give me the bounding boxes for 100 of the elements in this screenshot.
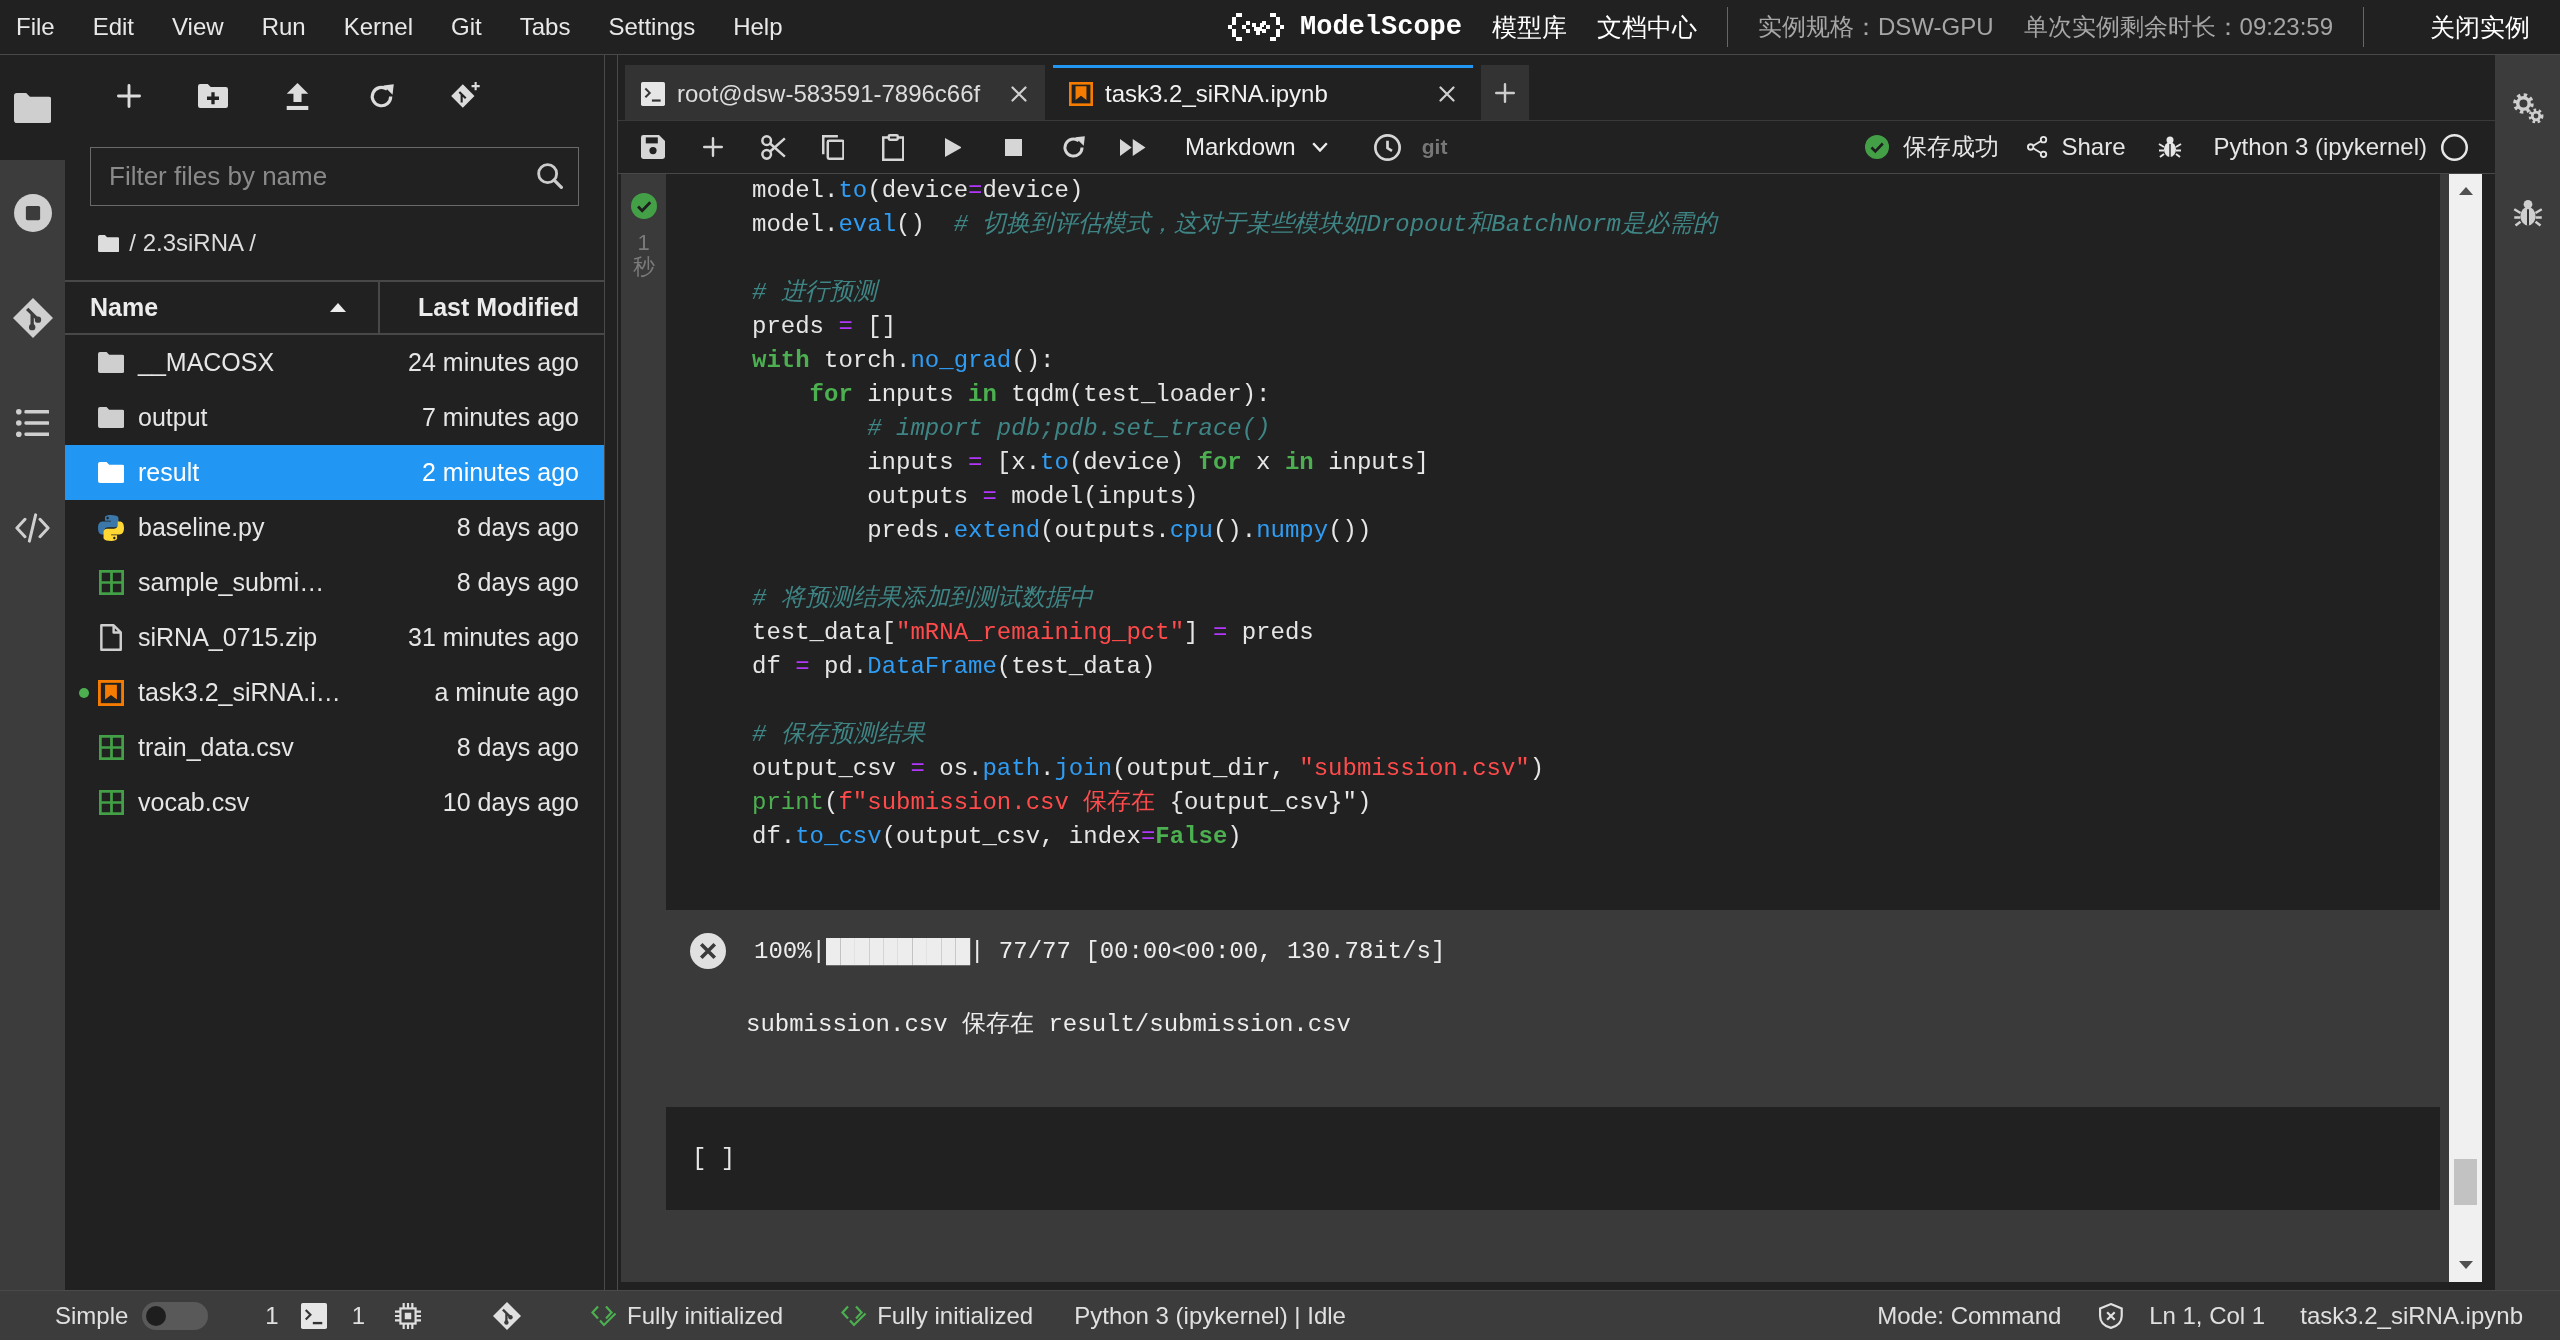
scroll-down-icon[interactable] <box>2458 1261 2473 1269</box>
logo-icon[interactable] <box>1228 13 1284 41</box>
menu-item[interactable]: Help <box>733 13 783 41</box>
lsp-status[interactable]: Fully initialized <box>841 1301 1034 1330</box>
file-name: train_data.csv <box>138 733 295 762</box>
gears-icon[interactable] <box>2511 92 2544 124</box>
close-instance-link[interactable]: 关闭实例 <box>2430 10 2530 44</box>
search-field[interactable]: Filter files by name <box>90 147 579 206</box>
scroll-thumb[interactable] <box>2454 1159 2477 1205</box>
code-editor[interactable] <box>666 174 2440 910</box>
mode-label: Simple <box>55 1301 129 1330</box>
column-header[interactable]: Name <box>65 282 380 333</box>
remaining-time: 单次实例剩余时长：09:23:59 <box>2023 12 2333 42</box>
menu-item[interactable]: Settings <box>608 13 696 41</box>
kernel-status[interactable]: Python 3 (ipykernel) | Idle <box>1074 1301 1346 1330</box>
nav-link[interactable]: 模型库 <box>1492 10 1567 44</box>
clock-icon[interactable] <box>1374 133 1402 161</box>
code-line: # import pdb;pdb.set_trace() <box>867 414 1271 444</box>
file-row[interactable]: vocab.csv 10 days ago <box>65 775 604 830</box>
sidebar-tab[interactable] <box>0 55 65 160</box>
file-row[interactable]: output 7 minutes ago <box>65 390 604 445</box>
new-folder-icon[interactable] <box>198 84 228 108</box>
fast-forward-icon[interactable] <box>1120 138 1146 156</box>
new-tab-button[interactable] <box>1481 65 1529 120</box>
cut-icon[interactable] <box>760 134 786 160</box>
modified-time: 7 minutes ago <box>421 403 579 432</box>
lsp-status[interactable]: Fully initialized <box>591 1301 784 1330</box>
modified-time: a minute ago <box>434 678 579 707</box>
plus-icon[interactable] <box>117 84 141 108</box>
copy-icon[interactable] <box>821 134 845 160</box>
search-icon[interactable] <box>537 163 563 189</box>
paste-icon[interactable] <box>881 133 905 161</box>
modified-time: 8 days ago <box>456 513 579 542</box>
scrollbar[interactable] <box>2449 174 2482 1282</box>
restart-icon[interactable] <box>1060 134 1086 160</box>
nav-link[interactable]: 文档中心 <box>1597 10 1697 44</box>
output-text: 100%|██████████| 77/77 [00:00<00:00, 130.78it/s] <box>754 937 1446 965</box>
share-icon <box>2027 136 2048 158</box>
cell-type-dropdown[interactable]: Markdown <box>1185 133 1328 161</box>
code-line: inputs = [x.to(device) for x in inputs] <box>867 448 1429 478</box>
toggle-switch[interactable] <box>142 1301 209 1330</box>
file-row[interactable]: siRNA_0715.zip 31 minutes ago <box>65 610 604 665</box>
mode-status[interactable]: Mode: Command <box>1877 1301 2062 1330</box>
modified-time: 10 days ago <box>442 788 579 817</box>
terminal-count[interactable]: 1 <box>265 1301 279 1330</box>
close-icon[interactable] <box>1011 86 1027 102</box>
code-line: model.to(device=device) <box>752 176 1084 206</box>
close-icon[interactable] <box>1439 86 1455 102</box>
clear-output-icon[interactable] <box>690 933 726 969</box>
bug-icon[interactable] <box>2512 198 2543 228</box>
run-icon[interactable] <box>944 137 962 157</box>
breadcrumb[interactable]: / 2.3siRNA / <box>129 229 256 257</box>
file-row[interactable]: train_data.csv 8 days ago <box>65 720 604 775</box>
modified-time: 8 days ago <box>456 733 579 762</box>
scroll-up-icon[interactable] <box>2458 187 2473 195</box>
brand-name[interactable]: ModelScope <box>1300 12 1462 42</box>
file-name: output <box>138 403 209 432</box>
file-name: sample_submi… <box>138 568 326 597</box>
branch-icon[interactable] <box>493 1301 522 1330</box>
stop-icon[interactable] <box>1004 138 1022 156</box>
share-button[interactable]: Share <box>2027 133 2126 161</box>
folder-icon[interactable] <box>98 234 120 252</box>
code-line: df.to_csv(output_csv, index=False) <box>752 822 1242 852</box>
file-row[interactable]: __MACOSX 24 minutes ago <box>65 335 604 390</box>
plus-icon[interactable] <box>703 137 723 157</box>
list-icon <box>15 408 50 437</box>
sort-caret-icon <box>330 303 346 312</box>
file-row[interactable]: baseline.py 8 days ago <box>65 500 604 555</box>
menu-item[interactable]: Tabs <box>519 13 571 41</box>
menu-item[interactable]: File <box>16 13 55 41</box>
menu-item[interactable]: View <box>172 13 224 41</box>
bug-icon[interactable] <box>2157 135 2182 159</box>
file-name: task3.2_siRNA.i… <box>138 678 342 707</box>
shield-icon[interactable] <box>2099 1302 2124 1329</box>
terminal-icon[interactable] <box>300 1302 327 1329</box>
save-icon[interactable] <box>641 135 665 159</box>
code-editor[interactable]: [ ] <box>666 1107 2440 1210</box>
python-file-icon <box>98 514 124 541</box>
cursor-position[interactable]: Ln 1, Col 1 <box>2149 1301 2266 1330</box>
modified-time: 2 minutes ago <box>421 458 579 487</box>
file-row[interactable]: sample_submi… 8 days ago <box>65 555 604 610</box>
git-label[interactable]: git <box>1421 135 1448 159</box>
spreadsheet-icon <box>98 735 124 760</box>
folder-icon <box>13 92 52 123</box>
check-circle-icon <box>1865 135 1890 159</box>
menu-item[interactable]: Edit <box>92 13 135 41</box>
diamond-plus-icon[interactable] <box>449 82 481 110</box>
file-name: result <box>138 458 201 487</box>
menu-item[interactable]: Run <box>261 13 306 41</box>
chip-icon[interactable] <box>395 1302 422 1329</box>
menu-item[interactable]: Git <box>451 13 482 41</box>
terminal-icon <box>641 82 665 106</box>
kernel-name[interactable]: Python 3 (ipykernel) <box>2213 133 2427 161</box>
column-header[interactable]: Last Modified <box>380 282 604 333</box>
kernel-count[interactable]: 1 <box>351 1301 366 1330</box>
menu-item[interactable]: Kernel <box>343 13 414 41</box>
file-row[interactable]: task3.2_siRNA.i… a minute ago <box>65 665 604 720</box>
tab[interactable]: root@dsw-583591-7896c66f <box>625 65 1045 120</box>
stop-circle-icon <box>13 193 52 232</box>
file-name[interactable]: task3.2_siRNA.ipynb <box>2300 1301 2523 1330</box>
